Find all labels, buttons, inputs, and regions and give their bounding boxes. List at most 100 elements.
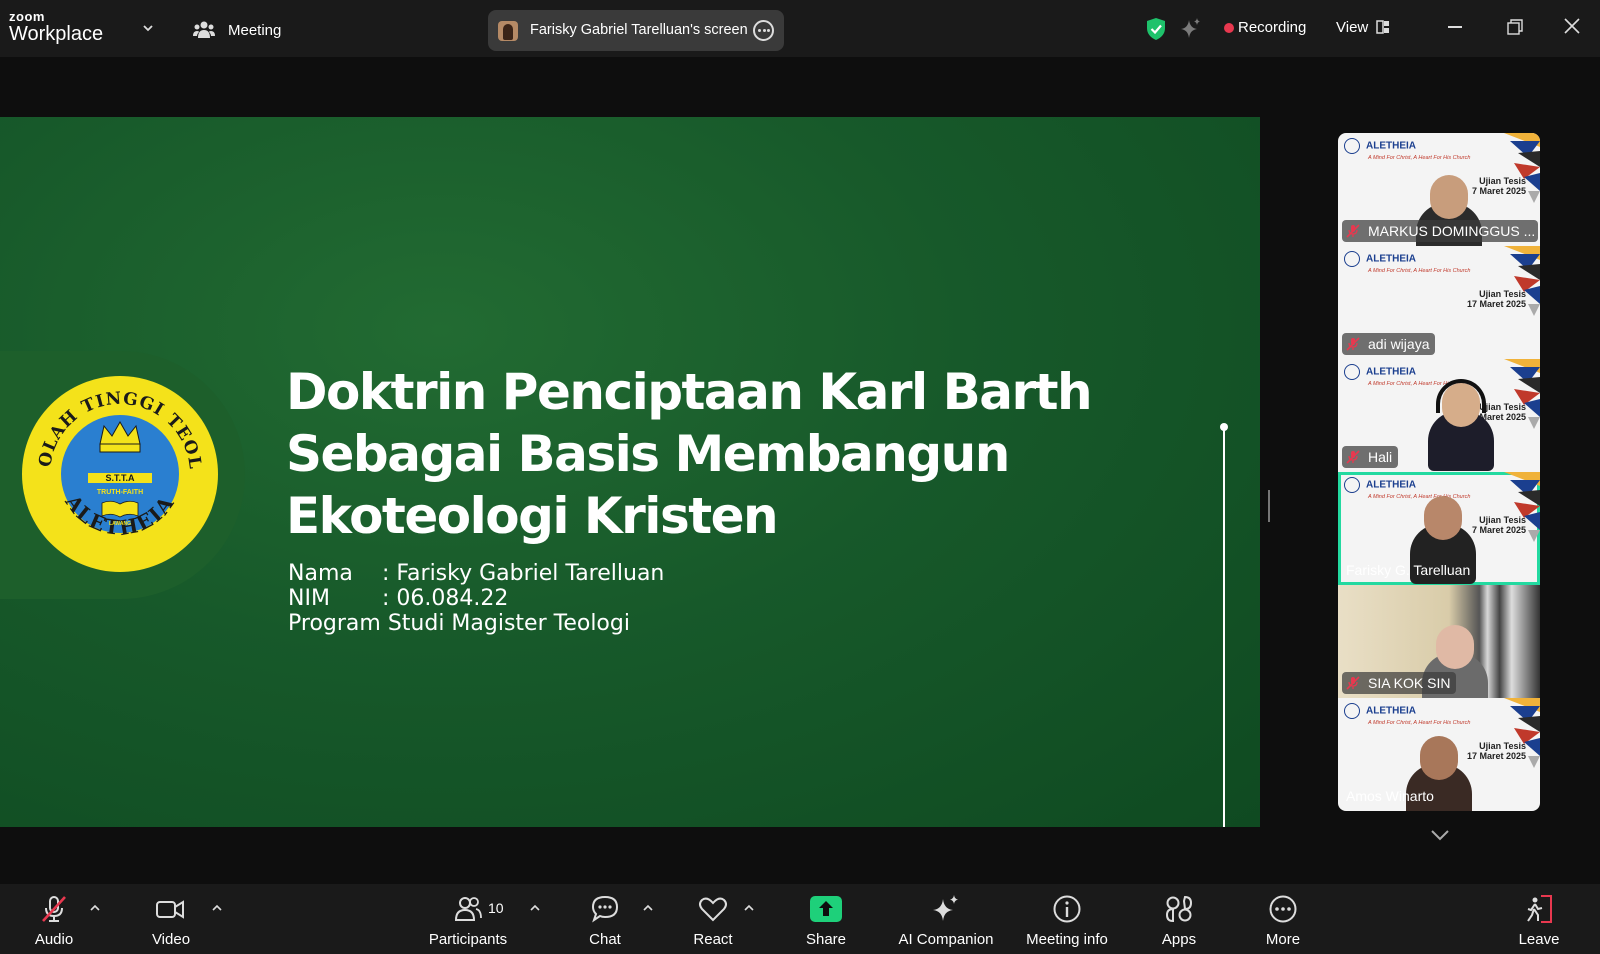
decorative-triangles	[1504, 472, 1540, 542]
tile-institution: ALETHEIA	[1344, 703, 1416, 719]
shield-check-icon[interactable]	[1145, 17, 1167, 41]
heart-icon	[699, 897, 727, 922]
meeting-info-button[interactable]: Meeting info	[1020, 884, 1114, 954]
restore-window-icon[interactable]	[1507, 19, 1523, 35]
video-tile[interactable]: SIA KOK SIN	[1338, 585, 1540, 698]
brand-small: zoom	[9, 9, 45, 24]
chat-bubble-icon	[591, 895, 619, 923]
recording-dot-icon	[1224, 23, 1234, 33]
minimize-window-icon[interactable]	[1448, 26, 1462, 28]
video-label: Video	[151, 931, 191, 948]
info-row: Nama : Farisky Gabriel Tarelluan	[288, 561, 664, 586]
chevron-down-icon[interactable]	[142, 22, 154, 34]
logo-inner-text: S.T.T.A TRUTH-FAITH LAWANG	[88, 473, 152, 527]
participant-name-text: Amos Winarto	[1346, 788, 1434, 804]
participants-button[interactable]: 10 Participants	[424, 884, 512, 954]
participants-label: Participants	[428, 931, 508, 948]
ai-sparkle-icon[interactable]	[1180, 17, 1202, 39]
more-icon	[1269, 895, 1297, 923]
tile-tagline: A Mind For Christ, A Heart For His Churc…	[1368, 155, 1471, 161]
microphone-muted-icon	[1346, 676, 1360, 690]
participant-face	[1420, 736, 1458, 780]
participant-name-text: Hali	[1368, 449, 1393, 465]
participant-name: adi wijaya	[1342, 333, 1436, 355]
info-row: Program Studi Magister Teologi	[288, 611, 664, 636]
leave-door-icon	[1527, 895, 1552, 923]
participants-icon	[454, 897, 482, 921]
audio-button[interactable]: Audio	[24, 884, 84, 954]
slide-student-info: Nama : Farisky Gabriel Tarelluan NIM : 06.…	[288, 561, 664, 636]
title-bar: zoom Workplace Meeting Farisky Gabriel T…	[0, 0, 1600, 57]
recording-indicator[interactable]: Recording	[1238, 19, 1306, 36]
microphone-muted-icon	[42, 896, 66, 922]
participant-name: MARKUS DOMINGGUS ...	[1342, 220, 1538, 242]
react-button[interactable]: React	[685, 884, 741, 954]
info-value: : Farisky Gabriel Tarelluan	[382, 561, 665, 586]
more-options-icon[interactable]	[753, 20, 774, 41]
leave-label: Leave	[1518, 931, 1560, 948]
more-button[interactable]: More	[1258, 884, 1308, 954]
chat-options-caret-icon[interactable]	[643, 904, 653, 911]
participant-face	[1436, 625, 1474, 669]
share-button[interactable]: Share	[801, 884, 851, 954]
screen-share-indicator[interactable]: Farisky Gabriel Tarelluan's screen	[488, 10, 784, 51]
participant-name-text: SIA KOK SIN	[1368, 675, 1451, 691]
video-options-caret-icon[interactable]	[212, 904, 222, 911]
decorative-triangles	[1504, 359, 1540, 429]
participant-name-text: Farisky G. Tarelluan	[1346, 562, 1471, 578]
sharer-avatar	[498, 21, 518, 41]
slide-line-dot	[1220, 423, 1228, 431]
title-line: Doktrin Penciptaan Karl Barth	[286, 363, 1093, 421]
video-tile[interactable]: ALETHEIA A Mind For Christ, A Heart For H…	[1338, 133, 1540, 246]
chat-button[interactable]: Chat	[580, 884, 630, 954]
video-tile[interactable]: ALETHEIA A Mind For Christ, A Heart For H…	[1338, 698, 1540, 811]
video-tile[interactable]: ALETHEIA A Mind For Christ, A Heart For H…	[1338, 246, 1540, 359]
meeting-menu[interactable]: Meeting	[228, 22, 281, 39]
leave-button[interactable]: Leave	[1514, 884, 1564, 954]
participants-options-caret-icon[interactable]	[530, 904, 540, 911]
ai-companion-button[interactable]: AI Companion	[893, 884, 999, 954]
meeting-toolbar: Audio Video 10 Participants Chat React S…	[0, 884, 1600, 954]
gallery-view-icon[interactable]	[1376, 20, 1390, 34]
title-line: Sebagai Basis Membangun	[286, 425, 1010, 483]
crown-icon	[99, 420, 141, 453]
video-button[interactable]: Video	[141, 884, 201, 954]
open-book-icon	[101, 500, 139, 518]
title-line: Ekoteologi Kristen	[286, 487, 779, 545]
ai-companion-sparkle-icon	[933, 895, 958, 921]
close-window-icon[interactable]	[1564, 18, 1580, 34]
zoom-logo: zoom Workplace	[9, 10, 103, 44]
audio-options-caret-icon[interactable]	[90, 904, 100, 911]
view-menu[interactable]: View	[1336, 19, 1368, 36]
meeting-icon[interactable]	[193, 20, 215, 40]
microphone-muted-icon	[1346, 450, 1360, 464]
react-label: React	[693, 931, 733, 948]
react-options-caret-icon[interactable]	[744, 904, 754, 911]
share-screen-icon	[810, 896, 842, 922]
microphone-muted-icon	[1346, 337, 1360, 351]
logo-city: LAWANG	[109, 521, 131, 527]
info-icon	[1053, 895, 1081, 923]
apps-label: Apps	[1161, 931, 1197, 948]
slide-title: Doktrin Penciptaan Karl Barth Sebagai Ba…	[286, 361, 1146, 547]
apps-icon	[1165, 895, 1193, 923]
info-value: : 06.084.22	[382, 586, 509, 611]
panel-resize-handle[interactable]	[1268, 490, 1270, 522]
participant-face	[1424, 496, 1462, 540]
brand-large: Workplace	[9, 23, 104, 45]
chevron-down-icon[interactable]	[1430, 829, 1450, 841]
share-label: Share	[805, 931, 847, 948]
participant-name: Hali	[1342, 446, 1399, 468]
info-key: Nama	[288, 561, 353, 586]
info-key: NIM	[288, 586, 330, 611]
tile-tagline: A Mind For Christ, A Heart For His Churc…	[1368, 720, 1471, 726]
participant-name: Amos Winarto	[1342, 785, 1440, 807]
video-tile[interactable]: ALETHEIA A Mind For Christ, A Heart For H…	[1338, 472, 1540, 585]
video-tile[interactable]: ALETHEIA A Mind For Christ, A Heart For H…	[1338, 359, 1540, 472]
more-label: More	[1265, 931, 1301, 948]
participant-name: Farisky G. Tarelluan	[1342, 559, 1476, 581]
tile-institution: ALETHEIA	[1344, 251, 1416, 267]
apps-button[interactable]: Apps	[1154, 884, 1204, 954]
shared-screen: SEKOLAH TINGGI TEOLOGI ALETHEIA S.T.T.A …	[0, 117, 1260, 827]
audio-label: Audio	[34, 931, 74, 948]
